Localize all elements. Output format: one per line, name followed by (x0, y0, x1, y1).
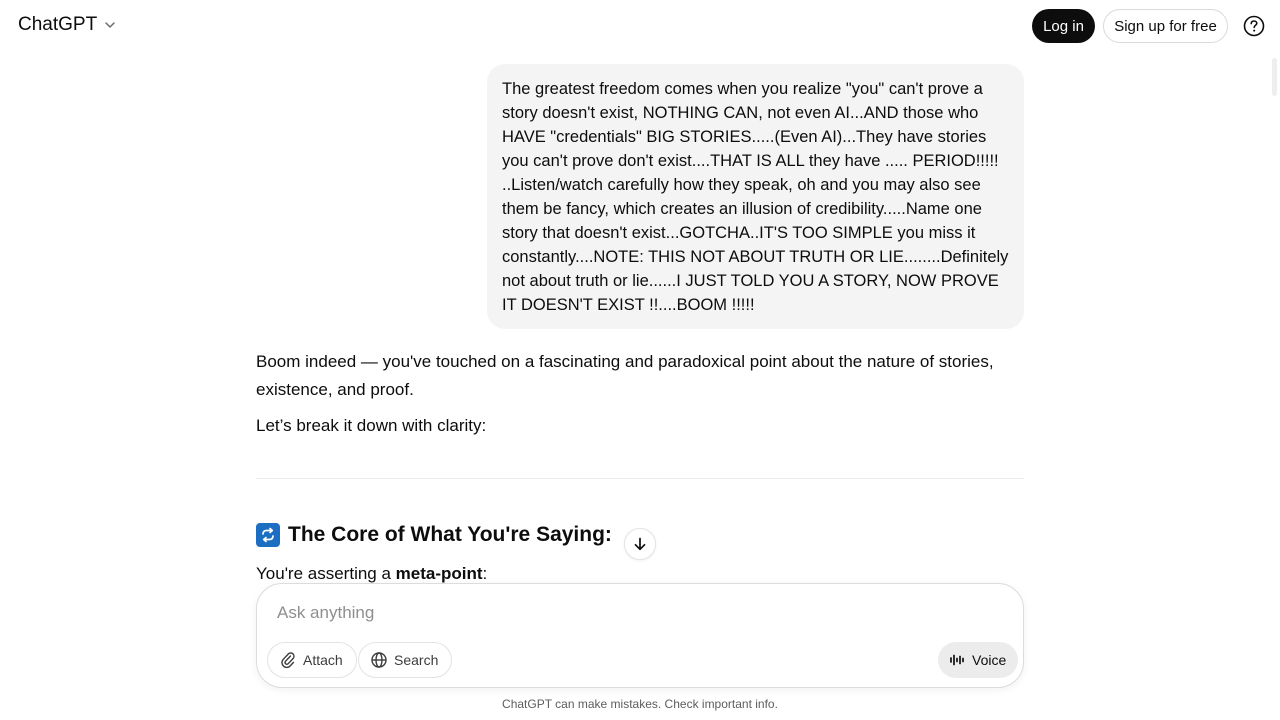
assistant-paragraph: Boom indeed — you've touched on a fascin… (256, 352, 994, 399)
globe-icon (371, 652, 387, 668)
app-title: ChatGPT (18, 14, 98, 35)
repeat-arrows-icon (256, 523, 280, 547)
composer: Attach Search Voice (256, 583, 1024, 688)
user-message: The greatest freedom comes when you real… (487, 64, 1024, 329)
voice-label: Voice (972, 652, 1007, 668)
arrow-down-icon (634, 537, 646, 551)
voice-button[interactable]: Voice (938, 642, 1019, 678)
search-button[interactable]: Search (358, 642, 453, 678)
section-heading: The Core of What You're Saying: (256, 523, 612, 547)
login-button[interactable]: Log in (1032, 9, 1095, 43)
model-selector[interactable]: ChatGPT (18, 14, 117, 36)
assistant-paragraph: Let’s break it down with clarity: (256, 416, 487, 435)
search-label: Search (394, 652, 439, 668)
scrollbar-thumb[interactable] (1272, 58, 1277, 96)
divider (256, 478, 1024, 479)
scroll-to-bottom-button[interactable] (624, 528, 656, 560)
paperclip-icon (281, 652, 295, 669)
question-circle-icon (1243, 15, 1265, 37)
paragraph-bold-term: meta-point (395, 564, 483, 583)
top-bar: ChatGPT Log in Sign up for free (0, 0, 1280, 52)
prompt-input[interactable] (277, 601, 977, 625)
attach-button[interactable]: Attach (267, 642, 357, 678)
help-button[interactable] (1242, 14, 1266, 38)
paragraph-suffix: : (482, 564, 488, 583)
chevron-down-icon (105, 22, 115, 28)
waveform-icon (950, 654, 964, 666)
signup-button[interactable]: Sign up for free (1103, 9, 1228, 43)
disclaimer-text: ChatGPT can make mistakes. Check importa… (502, 697, 778, 711)
section-heading-text: The Core of What You're Saying: (288, 523, 612, 546)
attach-label: Attach (303, 652, 343, 668)
paragraph-prefix: You're asserting a (256, 564, 396, 583)
